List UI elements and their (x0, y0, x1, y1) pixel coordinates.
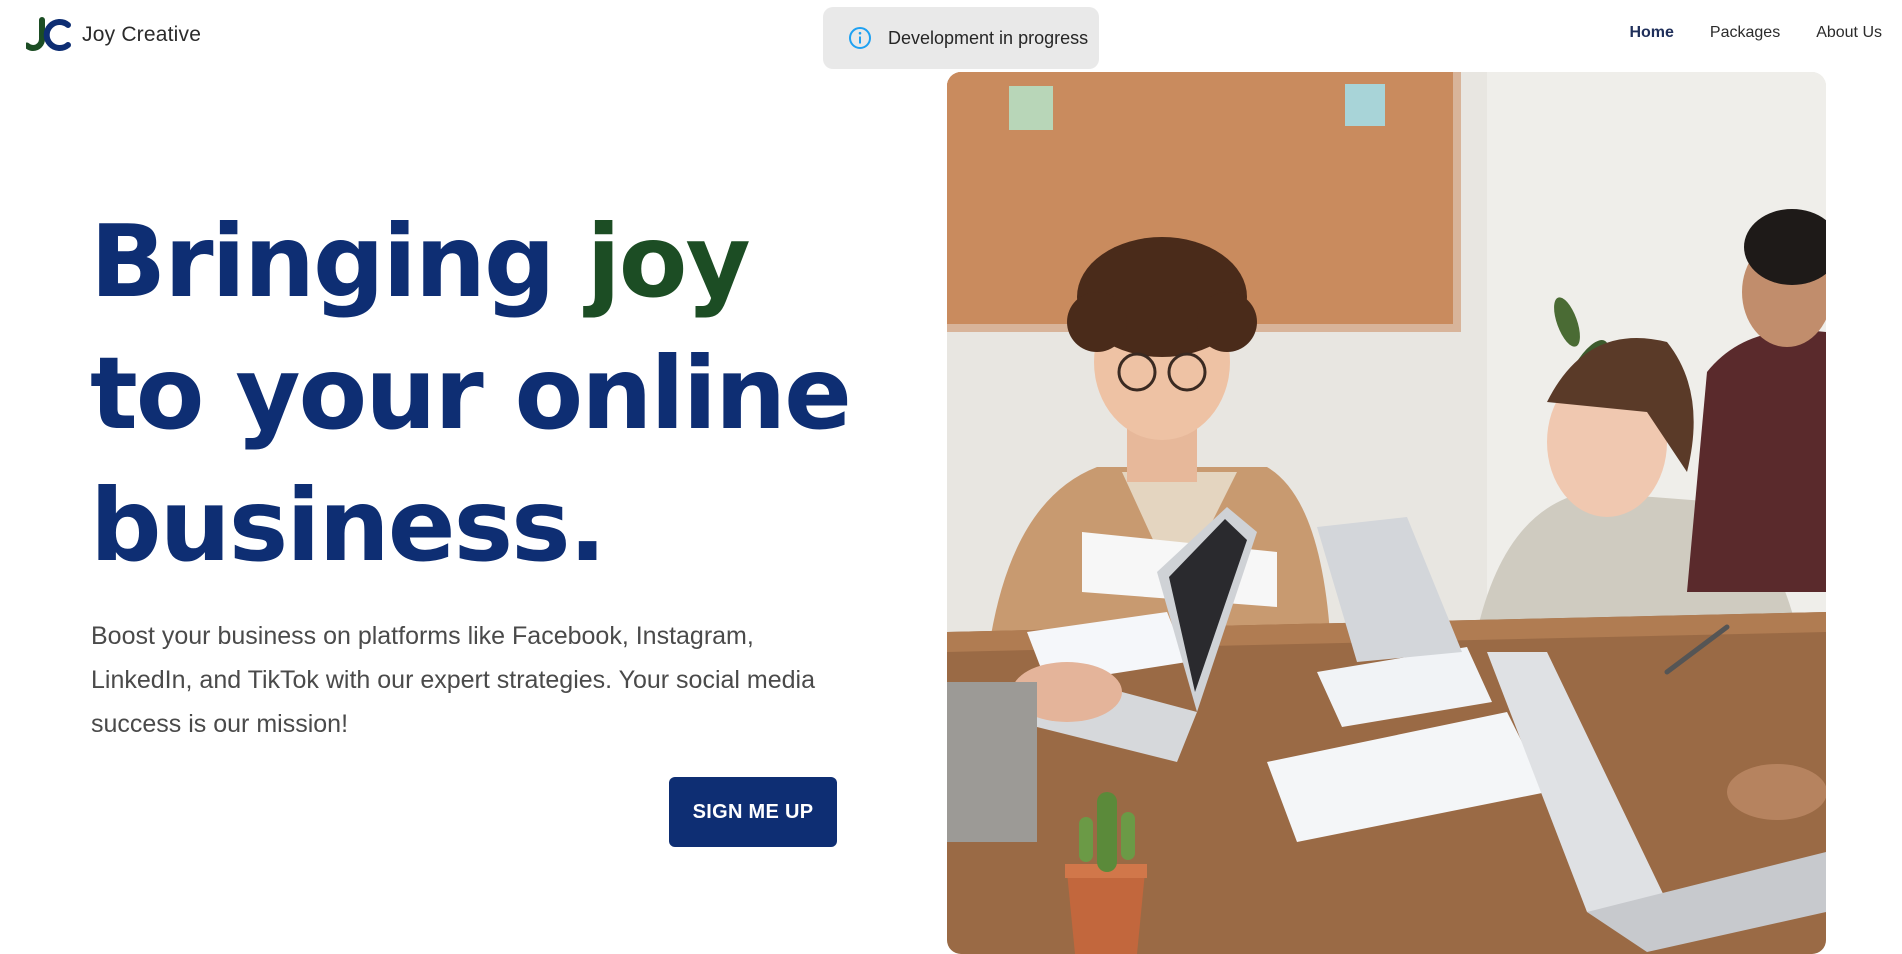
hero-title-line-1: Bringing joy (90, 196, 850, 328)
brand-name: Joy Creative (82, 23, 202, 46)
hero-title-word: Bringing (90, 203, 556, 320)
hero-title-line-3: business. (90, 467, 607, 584)
development-notice-toast: Development in progress (823, 7, 1099, 69)
nav-packages[interactable]: Packages (1710, 24, 1780, 42)
sign-me-up-button[interactable]: SIGN ME UP (669, 777, 837, 847)
toast-message: Development in progress (888, 27, 1089, 48)
info-icon (849, 27, 871, 49)
hero-title-line-2: to your online (90, 335, 852, 452)
main-navigation: Home Packages About Us (1629, 24, 1882, 42)
hero-description: Boost your business on platforms like Fa… (91, 622, 816, 738)
nav-about-us[interactable]: About Us (1816, 24, 1882, 42)
nav-home[interactable]: Home (1629, 24, 1673, 42)
hero-title: Bringing joy to your online business. (90, 196, 852, 592)
team-meeting-photo (947, 72, 1826, 954)
jc-logo-icon (26, 17, 71, 52)
hero-title-accent: joy (586, 203, 750, 320)
brand-logo[interactable]: Joy Creative (26, 17, 201, 53)
